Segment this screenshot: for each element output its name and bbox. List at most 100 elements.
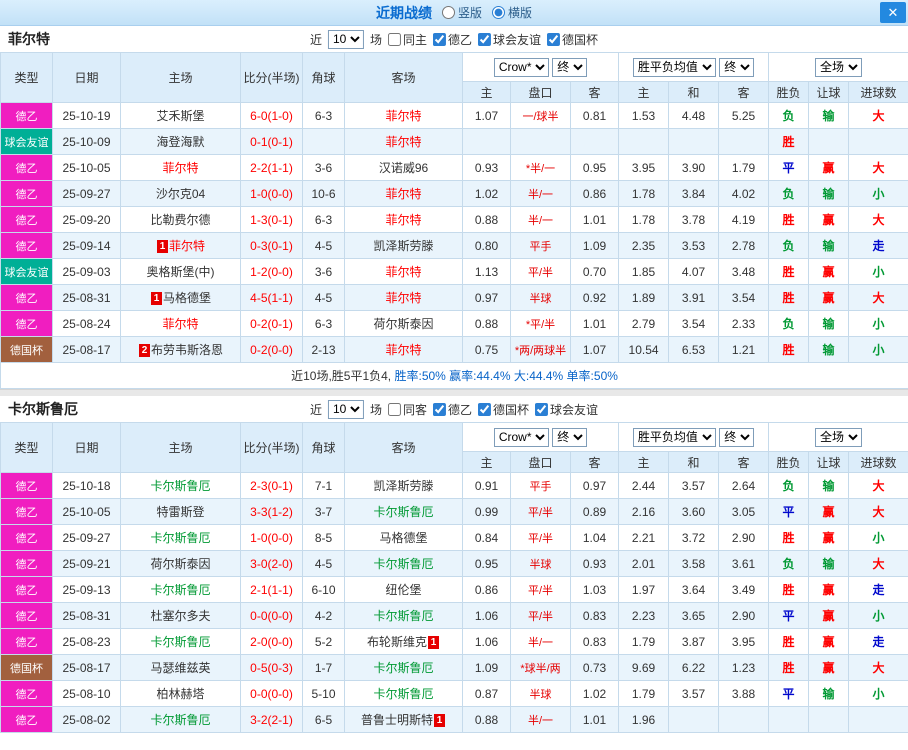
home-team-cell[interactable]: 特雷斯登 [120,498,241,525]
team1-filter-league-3[interactable]: 德国杯 [547,31,598,48]
layout-vertical-radio[interactable] [441,6,455,19]
home-team-cell[interactable]: 杜塞尔多夫 [120,602,241,629]
home-team-cell[interactable]: 菲尔特 [120,154,241,181]
away-team-cell[interactable]: 凯泽斯劳滕 [344,232,463,259]
away-team-cell[interactable]: 卡尔斯鲁厄 [344,550,463,577]
away-team-cell[interactable]: 菲尔特 [344,206,463,233]
away-team-cell[interactable]: 菲尔特 [344,258,463,285]
team2-filter-league-1-checkbox[interactable] [433,402,446,416]
away-team-cell[interactable]: 菲尔特 [344,102,463,129]
away-team-cell[interactable]: 卡尔斯鲁厄 [344,680,463,707]
score-cell[interactable]: 3-0(2-0) [240,550,303,577]
home-team-cell[interactable]: 1 菲尔特 [120,232,241,259]
team1-filter-league-1-checkbox[interactable] [433,32,446,46]
home-team-cell[interactable]: 艾禾斯堡 [120,102,241,129]
score-cell[interactable]: 4-5(1-1) [240,284,303,311]
home-team-cell[interactable]: 2 布劳韦斯洛恩 [120,336,241,363]
away-team-name: 布轮斯维克 [366,635,427,649]
team2-filter-league-3-checkbox[interactable] [535,402,549,416]
score-cell[interactable]: 3-2(2-1) [240,706,303,733]
away-team-cell[interactable]: 普鲁士明斯特 1 [344,706,463,733]
home-team-cell[interactable]: 卡尔斯鲁厄 [120,628,241,655]
team1-odds-time-select[interactable]: 终 [552,57,588,77]
score-cell[interactable]: 0-0(0-0) [240,680,303,707]
team1-filter-league-2-checkbox[interactable] [478,32,492,46]
team1-avg-time-select[interactable]: 终 [719,57,755,77]
home-team-cell[interactable]: 柏林赫塔 [120,680,241,707]
away-team-cell[interactable]: 凯泽斯劳滕 [344,472,463,499]
team1-avg-select[interactable]: 胜平负均值 [632,57,716,77]
score-cell[interactable]: 0-2(0-1) [240,310,303,337]
away-team-cell[interactable]: 菲尔特 [344,128,463,155]
score-cell[interactable]: 2-2(1-1) [240,154,303,181]
home-team-cell[interactable]: 菲尔特 [120,310,241,337]
away-team-cell[interactable]: 菲尔特 [344,180,463,207]
home-team-cell[interactable]: 比勒费尔德 [120,206,241,233]
away-team-cell[interactable]: 纽伦堡 [344,576,463,603]
team1-filter-same-home[interactable]: 同主 [387,31,427,48]
home-team-cell[interactable]: 马瑟维兹英 [120,654,241,681]
away-team-name: 卡尔斯鲁厄 [373,609,434,623]
away-team-cell[interactable]: 荷尔斯泰因 [344,310,463,337]
team2-filter-league-1[interactable]: 德乙 [433,401,472,418]
away-team-cell[interactable]: 布轮斯维克 1 [344,628,463,655]
home-team-cell[interactable]: 卡尔斯鲁厄 [120,472,241,499]
team1-filter-league-1[interactable]: 德乙 [433,31,472,48]
home-team-cell[interactable]: 奥格斯堡(中) [120,258,241,285]
team2-bookmaker-select[interactable]: Crow* [493,427,549,447]
away-team-cell[interactable]: 卡尔斯鲁厄 [344,602,463,629]
home-team-cell[interactable]: 1 马格德堡 [120,284,241,311]
score-cell[interactable]: 1-3(0-1) [240,206,303,233]
away-team-cell[interactable]: 卡尔斯鲁厄 [344,498,463,525]
team1-filter-same-home-checkbox[interactable] [387,32,401,46]
score-cell[interactable]: 2-1(1-1) [240,576,303,603]
team1-scope-select[interactable]: 全场 [815,57,863,77]
layout-vertical-option[interactable]: 竖版 [441,4,482,21]
team2-filter-same-away-checkbox[interactable] [387,402,401,416]
team2-filter-league-3[interactable]: 球会友谊 [535,401,598,418]
away-team-cell[interactable]: 菲尔特 [344,284,463,311]
score-cell[interactable]: 6-0(1-0) [240,102,303,129]
team2-scope-select[interactable]: 全场 [815,427,863,447]
handicap-cell: 半/一 [510,180,571,207]
avg-draw-cell: 3.90 [668,154,720,181]
score-cell[interactable]: 0-5(0-3) [240,654,303,681]
team1-avg-group: 胜平负均值 终 [618,52,770,82]
away-team-cell[interactable]: 汉诺威96 [344,154,463,181]
team1-filter-league-3-checkbox[interactable] [547,32,561,46]
home-team-cell[interactable]: 海登海默 [120,128,241,155]
team1-filter-league-2[interactable]: 球会友谊 [478,31,541,48]
score-cell[interactable]: 1-0(0-0) [240,524,303,551]
away-team-cell[interactable]: 卡尔斯鲁厄 [344,654,463,681]
team2-filter-league-2-checkbox[interactable] [478,402,492,416]
layout-horizontal-radio[interactable] [492,6,505,19]
team2-match-count-select[interactable]: 10 [327,399,364,419]
score-cell[interactable]: 2-0(0-0) [240,628,303,655]
home-team-cell[interactable]: 卡尔斯鲁厄 [120,576,241,603]
score-cell[interactable]: 0-3(0-1) [240,232,303,259]
team2-avg-time-select[interactable]: 终 [719,427,755,447]
score-cell[interactable]: 1-0(0-0) [240,180,303,207]
score-cell[interactable]: 3-3(1-2) [240,498,303,525]
team1-bookmaker-select[interactable]: Crow* [493,57,549,77]
score-cell[interactable]: 0-0(0-0) [240,602,303,629]
home-team-cell[interactable]: 卡尔斯鲁厄 [120,706,241,733]
layout-horizontal-option[interactable]: 横版 [492,4,532,21]
score-cell[interactable]: 2-3(0-1) [240,472,303,499]
home-team-cell[interactable]: 荷尔斯泰因 [120,550,241,577]
home-team-name: 马瑟维兹英 [150,661,211,675]
close-button[interactable]: ✕ [880,2,906,23]
score-cell[interactable]: 0-2(0-0) [240,336,303,363]
away-team-cell[interactable]: 菲尔特 [344,336,463,363]
team2-filter-same-away[interactable]: 同客 [387,401,427,418]
match-date-cell: 25-09-27 [52,524,121,551]
team1-match-count-select[interactable]: 10 [327,29,364,49]
home-team-cell[interactable]: 卡尔斯鲁厄 [120,524,241,551]
away-team-cell[interactable]: 马格德堡 [344,524,463,551]
score-cell[interactable]: 1-2(0-0) [240,258,303,285]
team2-filter-league-2[interactable]: 德国杯 [478,401,529,418]
score-cell[interactable]: 0-1(0-1) [240,128,303,155]
team2-avg-select[interactable]: 胜平负均值 [632,427,716,447]
team2-odds-time-select[interactable]: 终 [552,427,588,447]
home-team-cell[interactable]: 沙尔克04 [120,180,241,207]
